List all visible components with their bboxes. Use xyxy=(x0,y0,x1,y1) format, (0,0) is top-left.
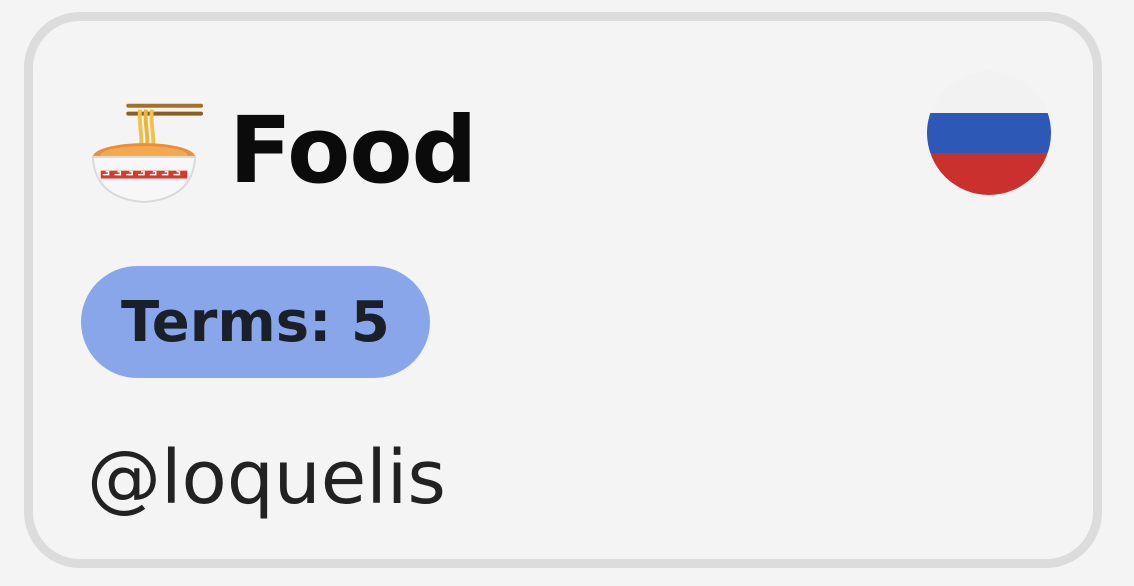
ramen-bowl-icon xyxy=(91,103,203,204)
terms-count-badge: Terms: 5 xyxy=(81,266,430,378)
russia-flag-icon xyxy=(927,71,1051,195)
deck-card[interactable]: Food Terms: 5 @loquelis xyxy=(24,12,1102,568)
terms-count-label: Terms: 5 xyxy=(121,289,390,355)
author-username[interactable]: @loquelis xyxy=(87,441,446,515)
deck-title: Food xyxy=(229,97,477,204)
title-row: Food xyxy=(85,91,477,211)
